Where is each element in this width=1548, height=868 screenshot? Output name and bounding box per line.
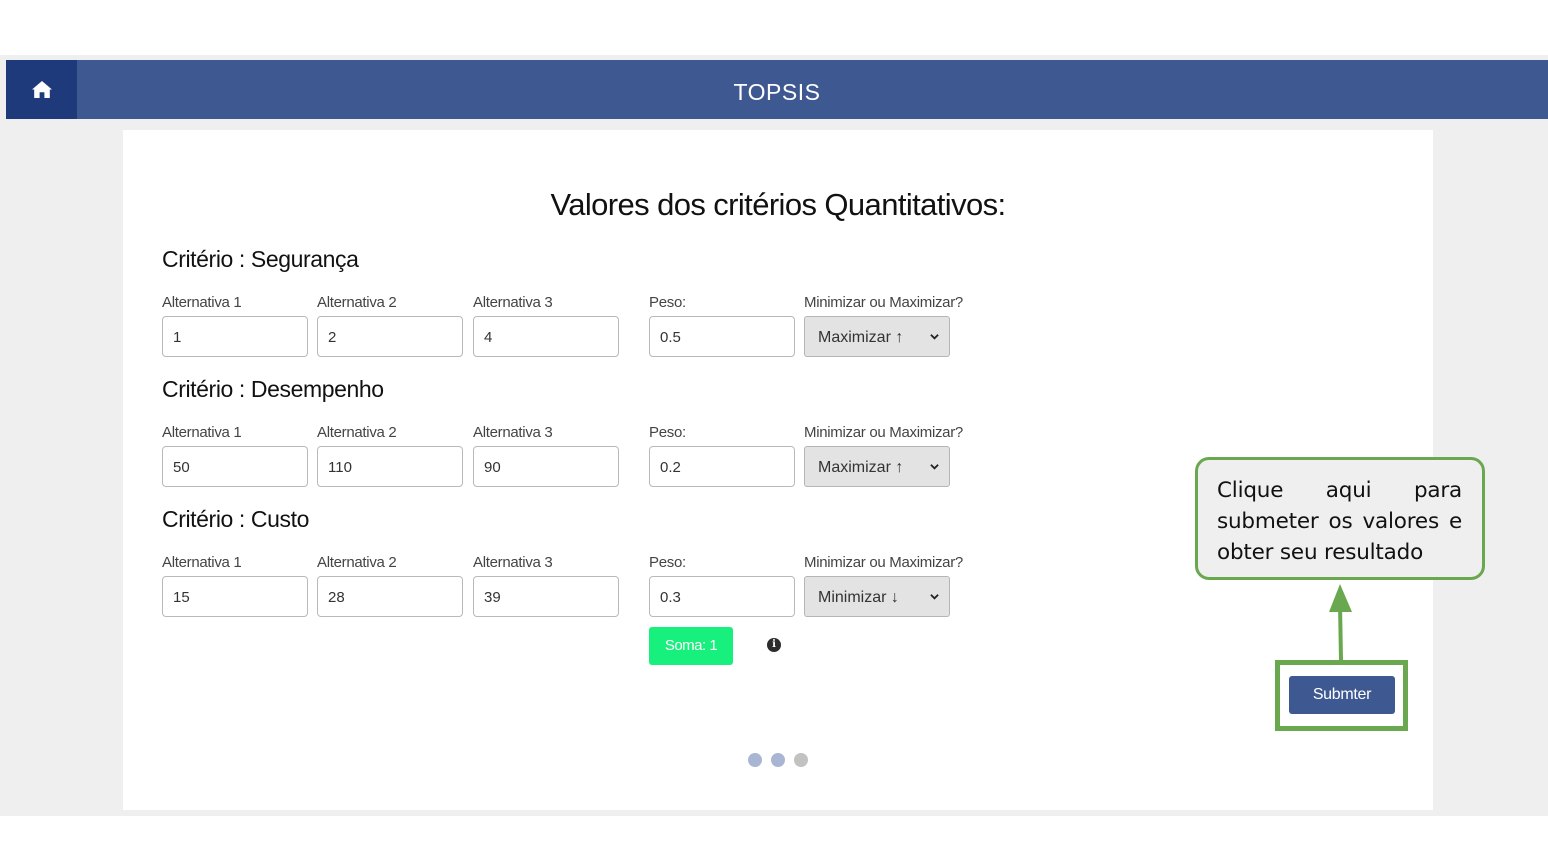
custo-alt2-input[interactable] — [317, 576, 463, 617]
pagination-dot-3[interactable] — [794, 753, 808, 767]
submit-highlight-box — [1275, 660, 1408, 731]
seguranca-alt3-input[interactable] — [473, 316, 619, 357]
custo-peso-input[interactable] — [649, 576, 795, 617]
criterion-title-seguranca: Critério : Segurança — [162, 246, 359, 272]
desempenho-alt3-input[interactable] — [473, 446, 619, 487]
label-peso: Peso: — [649, 294, 686, 311]
select-value: Minimizar ↓ — [818, 589, 899, 606]
desempenho-peso-input[interactable] — [649, 446, 795, 487]
label-peso: Peso: — [649, 554, 686, 571]
pagination-dot-1[interactable] — [748, 753, 762, 767]
info-icon[interactable]: i — [767, 638, 781, 652]
select-value: Maximizar ↑ — [818, 459, 904, 476]
label-alternativa-2: Alternativa 2 — [317, 424, 397, 441]
seguranca-peso-input[interactable] — [649, 316, 795, 357]
seguranca-alt1-input[interactable] — [162, 316, 308, 357]
custo-alt3-input[interactable] — [473, 576, 619, 617]
label-peso: Peso: — [649, 424, 686, 441]
label-alternativa-1: Alternativa 1 — [162, 554, 242, 571]
label-alternativa-2: Alternativa 2 — [317, 294, 397, 311]
label-alternativa-2: Alternativa 2 — [317, 554, 397, 571]
home-icon — [31, 81, 52, 98]
custo-direction-select[interactable]: Minimizar ↓ — [804, 576, 950, 617]
seguranca-alt2-input[interactable] — [317, 316, 463, 357]
pagination-dot-2[interactable] — [771, 753, 785, 767]
callout-text: Clique aqui para submeter os valores e o… — [1217, 478, 1462, 565]
label-alternativa-1: Alternativa 1 — [162, 424, 242, 441]
label-min-max: Minimizar ou Maximizar? — [804, 294, 963, 311]
sum-badge: Soma: 1 — [649, 627, 733, 665]
chevron-down-icon — [930, 334, 939, 340]
page-title: TOPSIS — [733, 79, 821, 105]
navbar: TOPSIS — [6, 60, 1548, 119]
label-min-max: Minimizar ou Maximizar? — [804, 554, 963, 571]
section-heading: Valores dos critérios Quantitativos: — [550, 187, 1006, 222]
label-min-max: Minimizar ou Maximizar? — [804, 424, 963, 441]
seguranca-direction-select[interactable]: Maximizar ↑ — [804, 316, 950, 357]
home-button[interactable] — [6, 60, 77, 119]
label-alternativa-3: Alternativa 3 — [473, 554, 553, 571]
desempenho-direction-select[interactable]: Maximizar ↑ — [804, 446, 950, 487]
annotation-callout: Clique aqui para submeter os valores e o… — [1195, 457, 1485, 580]
criterion-title-custo: Critério : Custo — [162, 506, 309, 532]
label-alternativa-1: Alternativa 1 — [162, 294, 242, 311]
custo-alt1-input[interactable] — [162, 576, 308, 617]
label-alternativa-3: Alternativa 3 — [473, 424, 553, 441]
arrow-up-icon — [1329, 584, 1352, 661]
select-value: Maximizar ↑ — [818, 329, 904, 346]
chevron-down-icon — [930, 464, 939, 470]
desempenho-alt1-input[interactable] — [162, 446, 308, 487]
chevron-down-icon — [930, 594, 939, 600]
desempenho-alt2-input[interactable] — [317, 446, 463, 487]
criterion-title-desempenho: Critério : Desempenho — [162, 376, 384, 402]
label-alternativa-3: Alternativa 3 — [473, 294, 553, 311]
